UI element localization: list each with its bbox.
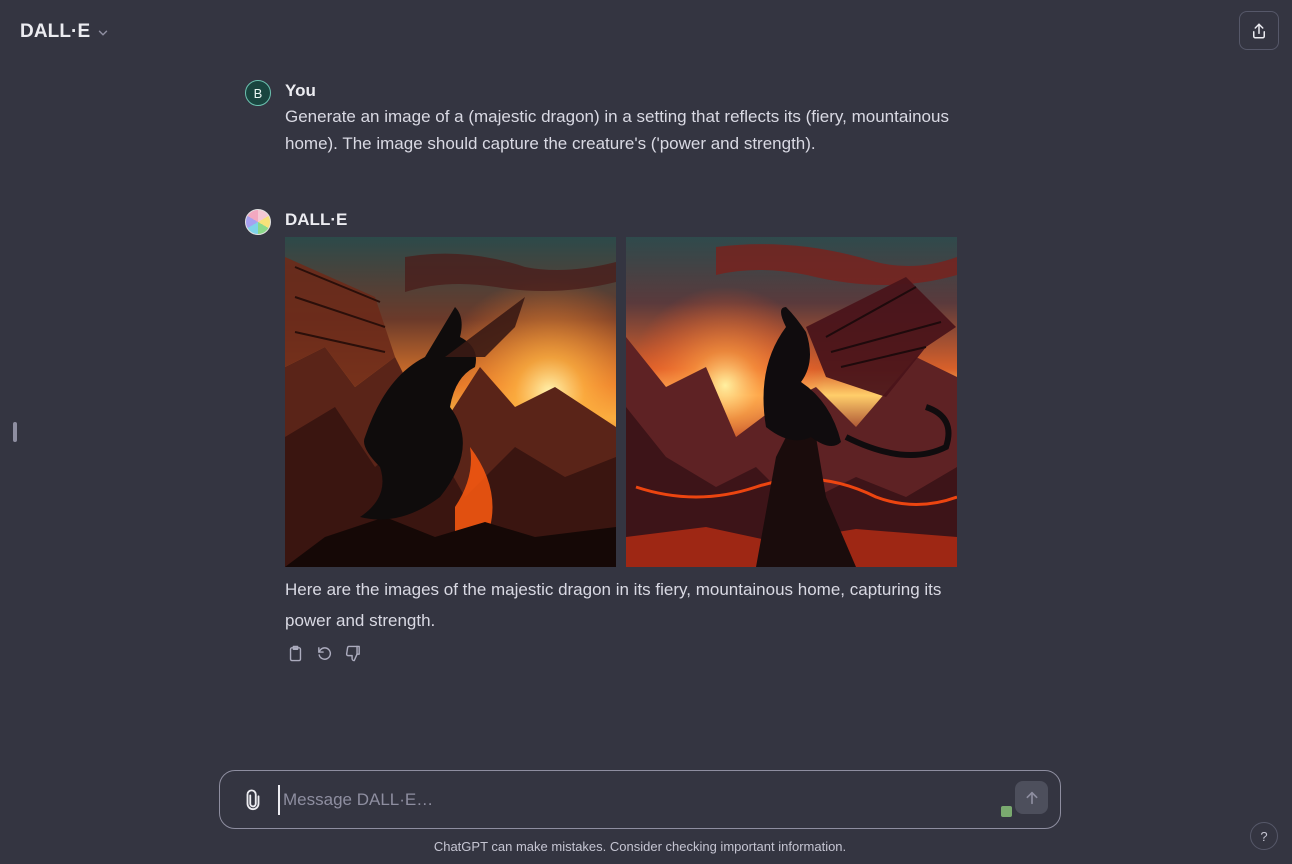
assistant-message-text: Here are the images of the majestic drag… [285, 580, 942, 630]
message-input[interactable] [278, 785, 978, 815]
share-icon [1253, 23, 1265, 38]
chat-page: DALL·E B You Generate an image of a (maj… [0, 0, 1292, 864]
copy-icon [289, 645, 301, 661]
arrow-up-icon [1026, 791, 1037, 804]
generated-images [285, 237, 957, 567]
model-name: DALL·E [20, 21, 91, 42]
thumbs-down-icon [345, 645, 360, 661]
regenerate-icon [317, 646, 331, 660]
model-switcher[interactable]: DALL·E [12, 14, 118, 50]
dalle-avatar [245, 209, 271, 235]
disclaimer-text: ChatGPT can make mistakes. Consider chec… [433, 839, 847, 854]
paperclip-icon [246, 789, 260, 810]
regenerate-button[interactable] [314, 643, 334, 663]
user-author-name: You [285, 81, 316, 100]
chevron-down-icon [99, 30, 108, 36]
user-avatar: B [245, 80, 271, 106]
status-indicator [1001, 806, 1012, 817]
share-button[interactable] [1239, 11, 1279, 50]
message-actions [285, 643, 363, 663]
sidebar-toggle-handle[interactable] [13, 422, 17, 442]
generated-image-1[interactable] [285, 237, 616, 567]
copy-button[interactable] [285, 643, 305, 663]
help-button[interactable]: ? [1250, 822, 1278, 850]
user-message-text: Generate an image of a (majestic dragon)… [285, 107, 949, 153]
send-button[interactable] [1015, 781, 1048, 814]
message-composer [219, 770, 1061, 829]
attach-button[interactable] [240, 787, 266, 813]
assistant-author-name: DALL·E [285, 210, 348, 229]
generated-image-2[interactable] [626, 237, 957, 567]
thumbs-down-button[interactable] [343, 643, 363, 663]
